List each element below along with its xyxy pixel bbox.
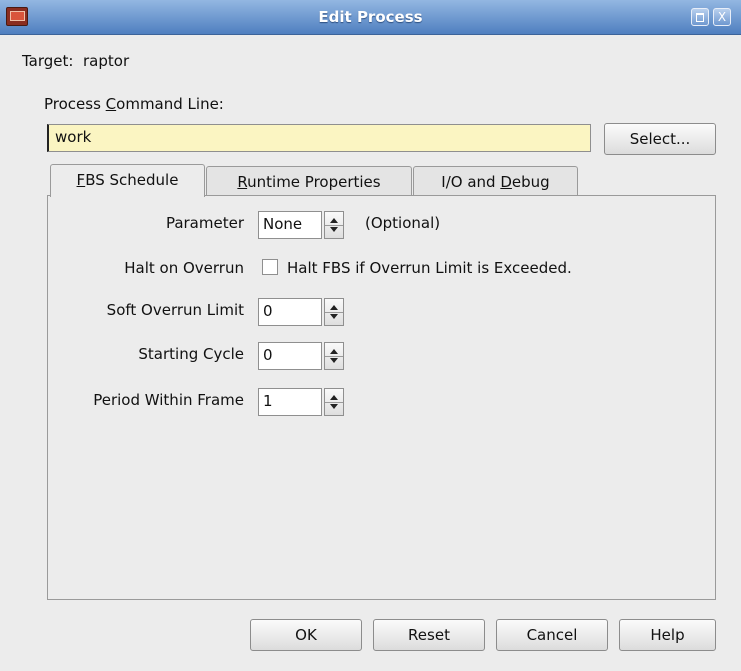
tab-io-and-debug[interactable]: I/O and Debug: [413, 166, 578, 197]
period-within-frame-label: Period Within Frame: [93, 391, 244, 409]
tab-runtime-properties[interactable]: Runtime Properties: [206, 166, 412, 197]
tab-fbs-mnemonic: F: [76, 171, 86, 189]
parameter-spinner-arrows-icon[interactable]: [324, 211, 344, 239]
command-line-input[interactable]: work: [47, 124, 591, 152]
soft-overrun-limit-arrows-icon[interactable]: [324, 298, 344, 326]
command-label-prefix: Process: [44, 95, 106, 113]
help-button[interactable]: Help: [619, 619, 716, 651]
period-within-frame-arrows-icon[interactable]: [324, 388, 344, 416]
starting-cycle-spinner[interactable]: 0: [258, 342, 322, 370]
command-label-mnemonic: C: [105, 95, 117, 113]
ok-button[interactable]: OK: [250, 619, 362, 651]
select-button[interactable]: Select...: [604, 123, 716, 155]
tab-fbs-rest: BS Schedule: [85, 171, 179, 189]
title-bar[interactable]: Edit Process X: [0, 0, 741, 35]
command-label-suffix: ommand Line:: [116, 95, 224, 113]
parameter-hint: (Optional): [365, 214, 441, 232]
target-label: Target:: [22, 52, 74, 70]
parameter-spinner[interactable]: None: [258, 211, 322, 239]
tab-runtime-mnemonic: R: [237, 173, 248, 191]
maximize-icon[interactable]: [691, 8, 709, 26]
tab-io-mnemonic: D: [500, 173, 512, 191]
starting-cycle-label: Starting Cycle: [138, 345, 244, 363]
tab-io-pre: I/O and: [441, 173, 501, 191]
starting-cycle-arrows-icon[interactable]: [324, 342, 344, 370]
halt-fbs-checkbox-label[interactable]: Halt FBS if Overrun Limit is Exceeded.: [287, 259, 572, 277]
soft-overrun-limit-spinner[interactable]: 0: [258, 298, 322, 326]
parameter-label: Parameter: [165, 214, 244, 232]
target-row: Target: raptor: [22, 52, 129, 70]
tab-runtime-rest: untime Properties: [247, 173, 381, 191]
close-icon[interactable]: X: [713, 8, 731, 26]
command-line-label: Process Command Line:: [44, 95, 224, 113]
target-value: raptor: [83, 52, 130, 70]
halt-on-overrun-label: Halt on Overrun: [124, 259, 244, 277]
halt-fbs-checkbox[interactable]: [262, 259, 278, 275]
period-within-frame-spinner[interactable]: 1: [258, 388, 322, 416]
window-title: Edit Process: [318, 8, 423, 26]
cancel-button[interactable]: Cancel: [496, 619, 608, 651]
soft-overrun-limit-label: Soft Overrun Limit: [106, 301, 244, 319]
reset-button[interactable]: Reset: [373, 619, 485, 651]
tab-io-rest: ebug: [511, 173, 550, 191]
tab-fbs-schedule[interactable]: FBS Schedule: [50, 164, 205, 197]
